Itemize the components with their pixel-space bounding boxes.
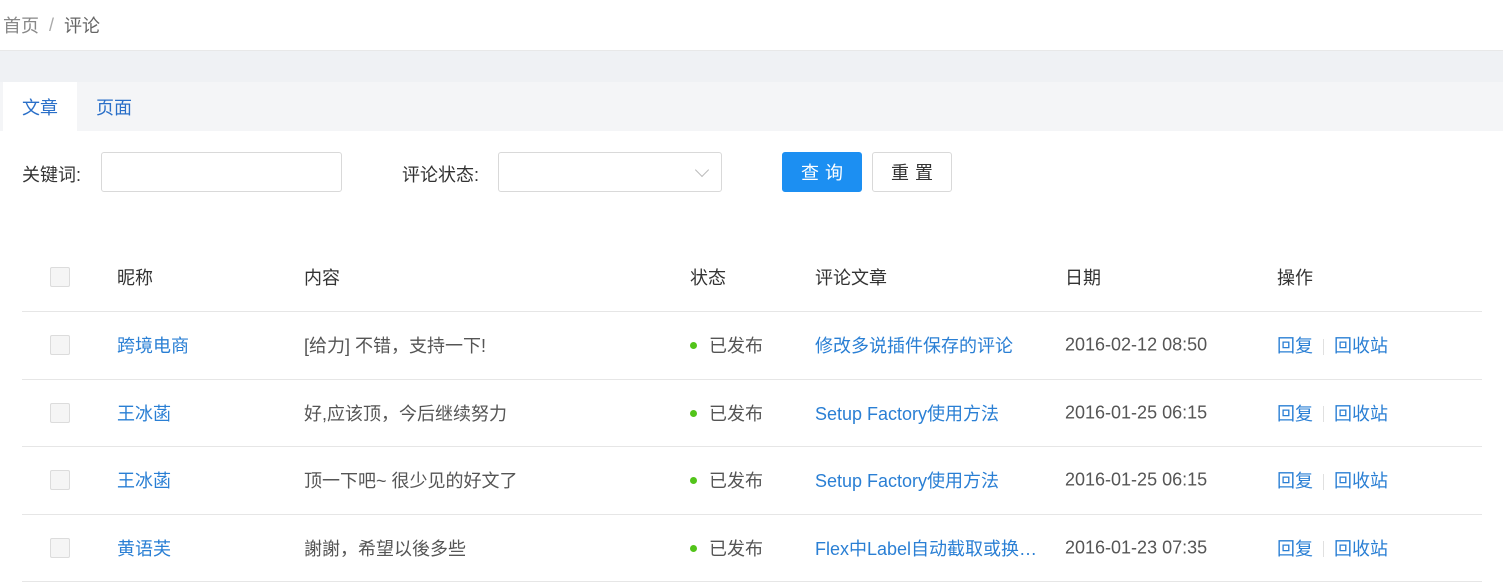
content-top-band <box>0 51 1503 82</box>
table-row: 王冰菡 好,应该顶，今后继续努力 已发布 Setup Factory使用方法 2… <box>22 380 1482 447</box>
comments-table: 昵称 内容 状态 评论文章 日期 操作 跨境电商 [给力] 不错，支持一下! 已… <box>22 242 1482 582</box>
article-link[interactable]: 修改多说插件保存的评论 <box>815 332 1013 358</box>
comment-date: 2016-02-12 08:50 <box>1065 334 1208 355</box>
tab-bar: 文章 页面 <box>0 82 1503 131</box>
action-divider <box>1323 338 1324 355</box>
column-header-content: 内容 <box>304 267 340 288</box>
keyword-label: 关键词: <box>22 165 82 185</box>
status-badge: 已发布 <box>690 400 763 426</box>
status-dot-icon <box>690 544 697 552</box>
row-checkbox[interactable] <box>50 402 70 423</box>
comment-content: [给力] 不错，支持一下! <box>304 336 487 357</box>
status-text: 已发布 <box>709 471 763 492</box>
nickname-link[interactable]: 黄语芙 <box>117 535 171 561</box>
column-header-date: 日期 <box>1065 267 1101 288</box>
filter-bar: 关键词: 评论状态: 查询 重置 <box>0 131 1503 221</box>
breadcrumb: 首页 / 评论 <box>0 0 1503 51</box>
status-dot-icon <box>690 409 697 417</box>
tab-pages[interactable]: 页面 <box>77 82 151 131</box>
action-divider <box>1323 406 1324 422</box>
status-badge: 已发布 <box>690 467 763 493</box>
chevron-down-icon <box>694 162 710 178</box>
status-text: 已发布 <box>709 403 763 424</box>
table-header-row: 昵称 内容 状态 评论文章 日期 操作 <box>22 242 1482 312</box>
breadcrumb-current: 评论 <box>64 16 101 36</box>
comment-date: 2016-01-25 06:15 <box>1065 402 1208 423</box>
comment-content: 顶一下吧~ 很少见的好文了 <box>304 471 518 492</box>
reply-link[interactable]: 回复 <box>1277 539 1313 559</box>
comment-content: 好,应该顶，今后继续努力 <box>304 403 507 424</box>
nickname-link[interactable]: 王冰菡 <box>117 467 171 493</box>
status-filter-label: 评论状态: <box>402 165 480 185</box>
status-dot-icon <box>690 342 697 349</box>
row-actions: 回复 回收站 <box>1277 400 1388 426</box>
article-link[interactable]: Setup Factory使用方法 <box>815 400 999 426</box>
row-checkbox[interactable] <box>50 470 70 491</box>
column-header-actions: 操作 <box>1277 267 1313 288</box>
article-link[interactable]: Setup Factory使用方法 <box>815 467 999 493</box>
row-actions: 回复 回收站 <box>1277 332 1388 358</box>
reply-link[interactable]: 回复 <box>1277 404 1313 424</box>
trash-link[interactable]: 回收站 <box>1334 471 1388 491</box>
query-button[interactable]: 查询 <box>782 152 862 192</box>
row-actions: 回复 回收站 <box>1277 467 1388 493</box>
action-divider <box>1323 541 1324 557</box>
reset-button[interactable]: 重置 <box>872 152 952 192</box>
status-text: 已发布 <box>709 538 763 559</box>
table-row: 王冰菡 顶一下吧~ 很少见的好文了 已发布 Setup Factory使用方法 … <box>22 447 1482 515</box>
row-checkbox[interactable] <box>50 537 70 558</box>
status-dot-icon <box>690 477 697 484</box>
trash-link[interactable]: 回收站 <box>1334 404 1388 424</box>
column-header-article: 评论文章 <box>815 267 887 288</box>
status-text: 已发布 <box>709 336 763 357</box>
nickname-link[interactable]: 跨境电商 <box>117 332 189 358</box>
row-checkbox[interactable] <box>50 335 70 356</box>
comment-content: 謝謝，希望以後多些 <box>304 538 466 559</box>
tab-articles[interactable]: 文章 <box>3 82 77 131</box>
table-row: 黄语芙 謝謝，希望以後多些 已发布 Flex中Label自动截取或换… 2016… <box>22 515 1482 582</box>
comment-date: 2016-01-25 06:15 <box>1065 469 1208 490</box>
table-row: 跨境电商 [给力] 不错，支持一下! 已发布 修改多说插件保存的评论 2016-… <box>22 312 1482 380</box>
article-link[interactable]: Flex中Label自动截取或换… <box>815 535 1037 561</box>
status-select[interactable] <box>498 152 722 192</box>
breadcrumb-home[interactable]: 首页 <box>3 12 39 38</box>
column-header-status: 状态 <box>690 267 726 288</box>
status-badge: 已发布 <box>690 535 763 561</box>
row-actions: 回复 回收站 <box>1277 535 1388 561</box>
column-header-nickname: 昵称 <box>117 267 153 288</box>
status-badge: 已发布 <box>690 332 763 358</box>
nickname-link[interactable]: 王冰菡 <box>117 400 171 426</box>
reply-link[interactable]: 回复 <box>1277 471 1313 491</box>
action-divider <box>1323 473 1324 490</box>
keyword-input[interactable] <box>101 152 342 192</box>
trash-link[interactable]: 回收站 <box>1334 539 1388 559</box>
breadcrumb-separator: / <box>49 14 55 35</box>
comment-date: 2016-01-23 07:35 <box>1065 537 1208 558</box>
select-all-checkbox[interactable] <box>50 266 70 287</box>
reply-link[interactable]: 回复 <box>1277 336 1313 356</box>
trash-link[interactable]: 回收站 <box>1334 336 1388 356</box>
